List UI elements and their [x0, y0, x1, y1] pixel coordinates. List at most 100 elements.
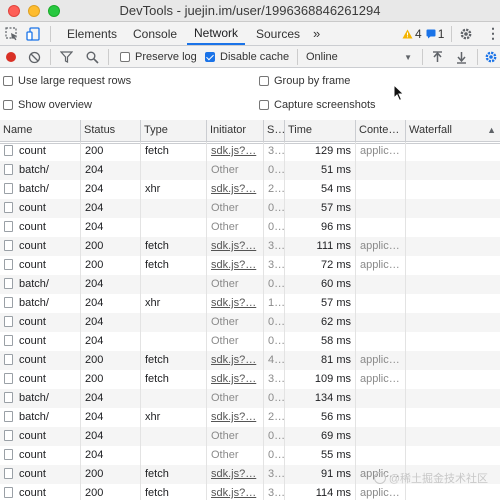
capture-screenshots-checkbox[interactable]: Capture screenshots: [259, 99, 376, 111]
show-overview-checkbox[interactable]: Show overview: [3, 99, 92, 111]
cell-initiator[interactable]: sdk.js?…: [207, 351, 264, 370]
preserve-log-box[interactable]: [120, 52, 130, 62]
cell-initiator[interactable]: sdk.js?…: [207, 484, 264, 500]
table-row[interactable]: batch/204 Other 0… 134 ms: [0, 389, 500, 408]
large-rows-box[interactable]: [3, 76, 13, 86]
cell-waterfall: [406, 237, 500, 256]
table-row[interactable]: count 200 fetch sdk.js?… 3… 111 ms applic…: [0, 237, 500, 256]
cell-waterfall: [406, 142, 500, 161]
cell-time: 60 ms: [285, 275, 356, 294]
cell-name: count: [0, 199, 81, 218]
cell-initiator[interactable]: sdk.js?…: [207, 180, 264, 199]
cell-content: applic…: [356, 351, 406, 370]
request-name: count: [19, 373, 46, 385]
inspect-element-icon[interactable]: [5, 22, 19, 45]
cell-size: 4…: [264, 351, 285, 370]
file-icon: [4, 221, 13, 232]
table-row[interactable]: count 200 fetch sdk.js?… 3… 109 ms applic…: [0, 370, 500, 389]
table-row[interactable]: count 204 Other 0… 57 ms: [0, 199, 500, 218]
column-header-content-type[interactable]: Conte…: [356, 120, 406, 141]
group-by-frame-checkbox[interactable]: Group by frame: [259, 75, 350, 87]
settings-gear-icon[interactable]: [459, 22, 473, 45]
cell-initiator[interactable]: sdk.js?…: [207, 370, 264, 389]
cell-waterfall: [406, 389, 500, 408]
tab-console[interactable]: Console: [133, 22, 177, 45]
cell-size: 0…: [264, 275, 285, 294]
tab-sources[interactable]: Sources: [256, 22, 300, 45]
table-row[interactable]: count 200 fetch sdk.js?… 3… 129 ms applic…: [0, 142, 500, 161]
cell-initiator[interactable]: sdk.js?…: [207, 465, 264, 484]
more-options-icon[interactable]: ⋮: [486, 22, 500, 45]
table-row[interactable]: batch/204 xhr sdk.js?… 2… 54 ms: [0, 180, 500, 199]
cell-type: [141, 199, 207, 218]
disable-cache-checkbox[interactable]: Disable cache: [205, 46, 289, 68]
large-rows-checkbox[interactable]: Use large request rows: [3, 75, 131, 87]
table-row[interactable]: batch/204 xhr sdk.js?… 2… 56 ms: [0, 408, 500, 427]
import-har-icon[interactable]: [432, 46, 443, 68]
device-toolbar-icon[interactable]: [26, 22, 40, 45]
table-row[interactable]: count 200 fetch sdk.js?… 3… 114 ms applic…: [0, 484, 500, 500]
request-name: count: [19, 316, 46, 328]
more-tabs-button[interactable]: »: [313, 22, 320, 45]
column-header-status[interactable]: Status: [81, 120, 141, 141]
cell-initiator[interactable]: sdk.js?…: [207, 256, 264, 275]
throttling-select[interactable]: Online ▼: [306, 46, 414, 68]
file-icon: [4, 278, 13, 289]
toolbar-divider: [451, 26, 452, 42]
tab-elements[interactable]: Elements: [67, 22, 117, 45]
issues-counter[interactable]: 4 1: [402, 22, 444, 45]
cell-time: 58 ms: [285, 332, 356, 351]
table-row[interactable]: count 204 Other 0… 69 ms: [0, 427, 500, 446]
cell-content: [356, 275, 406, 294]
show-overview-label: Show overview: [18, 99, 92, 111]
cell-initiator[interactable]: sdk.js?…: [207, 237, 264, 256]
tab-network[interactable]: Network: [187, 22, 246, 45]
cell-time: 111 ms: [285, 237, 356, 256]
group-by-frame-box[interactable]: [259, 76, 269, 86]
filter-icon[interactable]: [60, 46, 73, 68]
clear-icon[interactable]: [28, 46, 41, 68]
cell-content: applic…: [356, 256, 406, 275]
table-row[interactable]: count 200 fetch sdk.js?… 4… 81 ms applic…: [0, 351, 500, 370]
file-icon: [4, 145, 13, 156]
capture-screenshots-box[interactable]: [259, 100, 269, 110]
search-icon[interactable]: [86, 46, 99, 68]
column-header-initiator[interactable]: Initiator: [207, 120, 264, 141]
column-header-time[interactable]: Time: [285, 120, 356, 141]
table-row[interactable]: batch/204 xhr sdk.js?… 1… 57 ms: [0, 294, 500, 313]
column-header-name[interactable]: Name: [0, 120, 81, 141]
record-icon[interactable]: [5, 46, 17, 68]
cell-type: fetch: [141, 370, 207, 389]
request-name: batch/: [19, 297, 49, 309]
table-row[interactable]: count 204 Other 0… 96 ms: [0, 218, 500, 237]
cell-content: applic…: [356, 142, 406, 161]
capture-screenshots-label: Capture screenshots: [274, 99, 376, 111]
table-row[interactable]: count 204 Other 0… 62 ms: [0, 313, 500, 332]
request-name: count: [19, 430, 46, 442]
table-row[interactable]: count 204 Other 0… 55 ms: [0, 446, 500, 465]
cell-name: count: [0, 465, 81, 484]
cell-initiator: Other: [207, 332, 264, 351]
cell-initiator[interactable]: sdk.js?…: [207, 142, 264, 161]
column-header-type[interactable]: Type: [141, 120, 207, 141]
preserve-log-checkbox[interactable]: Preserve log: [120, 46, 197, 68]
request-name: count: [19, 487, 46, 499]
show-overview-box[interactable]: [3, 100, 13, 110]
table-row[interactable]: count 200 fetch sdk.js?… 3… 72 ms applic…: [0, 256, 500, 275]
cell-time: 57 ms: [285, 199, 356, 218]
cell-time: 129 ms: [285, 142, 356, 161]
network-settings-gear-icon[interactable]: [484, 46, 498, 68]
column-header-waterfall[interactable]: Waterfall ▲: [406, 120, 500, 141]
column-header-size[interactable]: S…: [264, 120, 285, 141]
export-har-icon[interactable]: [456, 46, 467, 68]
table-row[interactable]: batch/204 Other 0… 60 ms: [0, 275, 500, 294]
cell-initiator[interactable]: sdk.js?…: [207, 408, 264, 427]
cell-content: [356, 218, 406, 237]
file-icon: [4, 202, 13, 213]
table-row[interactable]: batch/204 Other 0… 51 ms: [0, 161, 500, 180]
cell-status: 204: [81, 180, 141, 199]
cell-initiator[interactable]: sdk.js?…: [207, 294, 264, 313]
disable-cache-box[interactable]: [205, 52, 215, 62]
table-row[interactable]: count 204 Other 0… 58 ms: [0, 332, 500, 351]
toolbar-divider: [477, 49, 478, 65]
